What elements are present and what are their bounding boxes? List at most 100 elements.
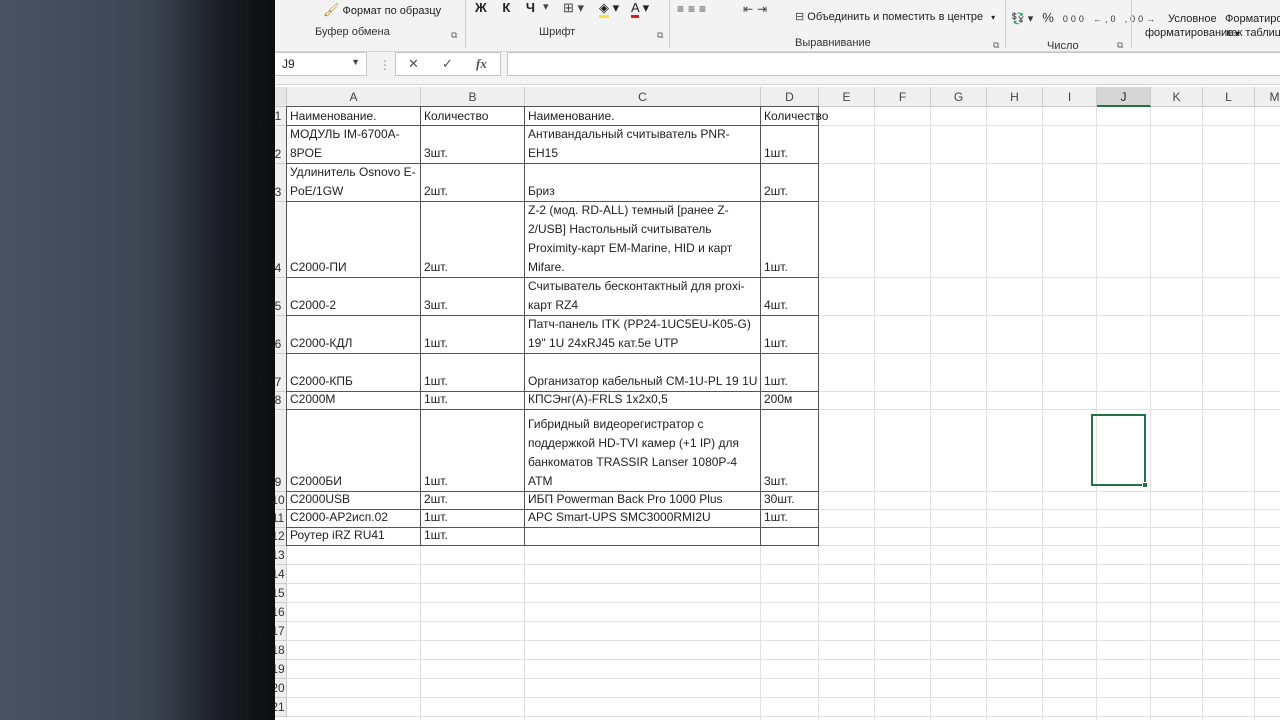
clipboard-launcher-icon[interactable]: ⧉ [451,30,457,41]
cell-d12[interactable] [760,527,819,546]
format-painter-button[interactable]: 🖌 Формат по образцу [323,2,441,18]
worksheet-grid[interactable]: ABCDEFGHIJKLM123456789101112131415161718… [275,87,1280,720]
cell-c7[interactable]: Организатор кабельный CM-1U-PL 19 1U [524,353,761,392]
row-header-21[interactable]: 21 [275,698,287,717]
alignment-launcher-icon[interactable]: ⧉ [993,40,999,51]
active-cell-selection[interactable] [1091,414,1148,488]
font-color-icon[interactable]: A ▾ [631,0,649,18]
cell-a12[interactable]: Роутер iRZ RU41 [286,527,421,546]
alignment-buttons[interactable]: ≡≡≡ [677,2,710,16]
align-center-icon[interactable]: ≡ [688,2,699,16]
cell-d3[interactable]: 2шт. [760,163,819,202]
insert-function-icon[interactable]: fx [476,56,487,72]
fill-handle[interactable] [1142,482,1148,488]
increase-decimal-icon[interactable]: ←,0 [1093,14,1119,24]
cell-c4[interactable]: Z-2 (мод. RD-ALL) темный [ранее Z-2/USB]… [524,201,761,278]
thousands-button[interactable]: 000 [1063,14,1087,24]
cell-b5[interactable]: 3шт. [420,277,525,316]
select-all-corner[interactable] [275,87,287,107]
cell-a8[interactable]: С2000М [286,391,421,410]
cell-c6[interactable]: Патч-панель ITK (PP24-1UC5EU-K05-G) 19" … [524,315,761,354]
name-box[interactable]: J9 ▼ [275,52,367,76]
column-header-l[interactable]: L [1203,87,1255,107]
currency-icon[interactable]: 💱▾ [1011,13,1036,25]
cell-d5[interactable]: 4шт. [760,277,819,316]
cell-a7[interactable]: С2000-КПБ [286,353,421,392]
align-left-icon[interactable]: ≡ [677,2,688,16]
cell-c5[interactable]: Считыватель бесконтактный для proxi-карт… [524,277,761,316]
column-header-h[interactable]: H [987,87,1043,107]
row-header-19[interactable]: 19 [275,660,287,679]
cell-c1[interactable]: Наименование. [524,106,761,126]
cell-c12[interactable] [524,527,761,546]
align-right-icon[interactable]: ≡ [699,2,710,16]
number-format-buttons[interactable]: 💱▾ % 000 ←,0 ,00→ [1011,10,1158,25]
formula-input[interactable] [507,52,1280,76]
chevron-down-icon[interactable]: ▼ [351,57,360,67]
cell-a2[interactable]: МОДУЛЬ IM-6700A-8POE [286,125,421,164]
cell-a6[interactable]: С2000-КДЛ [286,315,421,354]
font-dropdown-arrow-icon[interactable]: ▾ [543,0,549,13]
cell-d7[interactable]: 1шт. [760,353,819,392]
cell-d4[interactable]: 1шт. [760,201,819,278]
cell-c11[interactable]: APC Smart-UPS SMC3000RMI2U [524,509,761,528]
drag-handle-icon[interactable]: ⋮ [379,58,391,72]
cell-a4[interactable]: С2000-ПИ [286,201,421,278]
cell-c3[interactable]: Бриз [524,163,761,202]
column-header-f[interactable]: F [875,87,931,107]
column-header-j[interactable]: J [1097,87,1151,107]
row-header-20[interactable]: 20 [275,679,287,698]
cell-a3[interactable]: Удлинитель Osnovo E-PoE/1GW [286,163,421,202]
cell-a9[interactable]: С2000БИ [286,409,421,492]
format-as-table-button[interactable]: Форматиро как таблиц [1225,12,1280,40]
column-header-g[interactable]: G [931,87,987,107]
cell-text: Бриз [528,184,555,198]
cell-b7[interactable]: 1шт. [420,353,525,392]
indent-buttons[interactable]: ⇤⇥ [743,2,771,16]
decrease-indent-icon[interactable]: ⇤ [743,2,757,16]
cell-d8[interactable]: 200м [760,391,819,410]
cell-d9[interactable]: 3шт. [760,409,819,492]
percent-button[interactable]: % [1042,10,1057,25]
font-launcher-icon[interactable]: ⧉ [657,30,663,41]
cancel-icon[interactable]: ✕ [408,56,419,72]
merge-center-button[interactable]: ⊟ Объединить и поместить в центре ▾ [795,10,995,23]
increase-indent-icon[interactable]: ⇥ [757,2,771,16]
row-header-17[interactable]: 17 [275,622,287,641]
borders-icon[interactable]: ⊞ ▾ [563,0,584,16]
cell-a5[interactable]: С2000-2 [286,277,421,316]
row-header-15[interactable]: 15 [275,584,287,603]
column-header-m[interactable]: M [1255,87,1280,107]
column-header-d[interactable]: D [761,87,819,107]
column-header-a[interactable]: A [287,87,421,107]
column-header-c[interactable]: C [525,87,761,107]
cell-b1[interactable]: Количество [420,106,525,126]
column-header-e[interactable]: E [819,87,875,107]
row-header-14[interactable]: 14 [275,565,287,584]
cell-c9[interactable]: Гибридный видеорегистратор с поддержкой … [524,409,761,492]
cell-b12[interactable]: 1шт. [420,527,525,546]
cell-b8[interactable]: 1шт. [420,391,525,410]
row-header-13[interactable]: 13 [275,546,287,565]
column-header-i[interactable]: I [1043,87,1097,107]
cell-a1[interactable]: Наименование. [286,106,421,126]
cell-d2[interactable]: 1шт. [760,125,819,164]
cell-b9[interactable]: 1шт. [420,409,525,492]
cell-d1[interactable]: Количество [760,106,828,126]
cell-c8[interactable]: КПСЭнг(А)-FRLS 1x2x0,5 [524,391,761,410]
fill-color-icon[interactable]: ◈ ▾ [599,0,619,18]
enter-icon[interactable]: ✓ [442,56,453,72]
row-header-18[interactable]: 18 [275,641,287,660]
column-header-k[interactable]: K [1151,87,1203,107]
number-launcher-icon[interactable]: ⧉ [1117,40,1123,51]
cell-b4[interactable]: 2шт. [420,201,525,278]
cell-c2[interactable]: Антивандальный считыватель PNR-EH15 [524,125,761,164]
row-header-16[interactable]: 16 [275,603,287,622]
cell-b3[interactable]: 2шт. [420,163,525,202]
cell-d6[interactable]: 1шт. [760,315,819,354]
cell-b2[interactable]: 3шт. [420,125,525,164]
cell-d11[interactable]: 1шт. [760,509,819,528]
font-style-buttons[interactable]: Ж К Ч [475,0,541,15]
column-header-b[interactable]: B [421,87,525,107]
cell-b6[interactable]: 1шт. [420,315,525,354]
